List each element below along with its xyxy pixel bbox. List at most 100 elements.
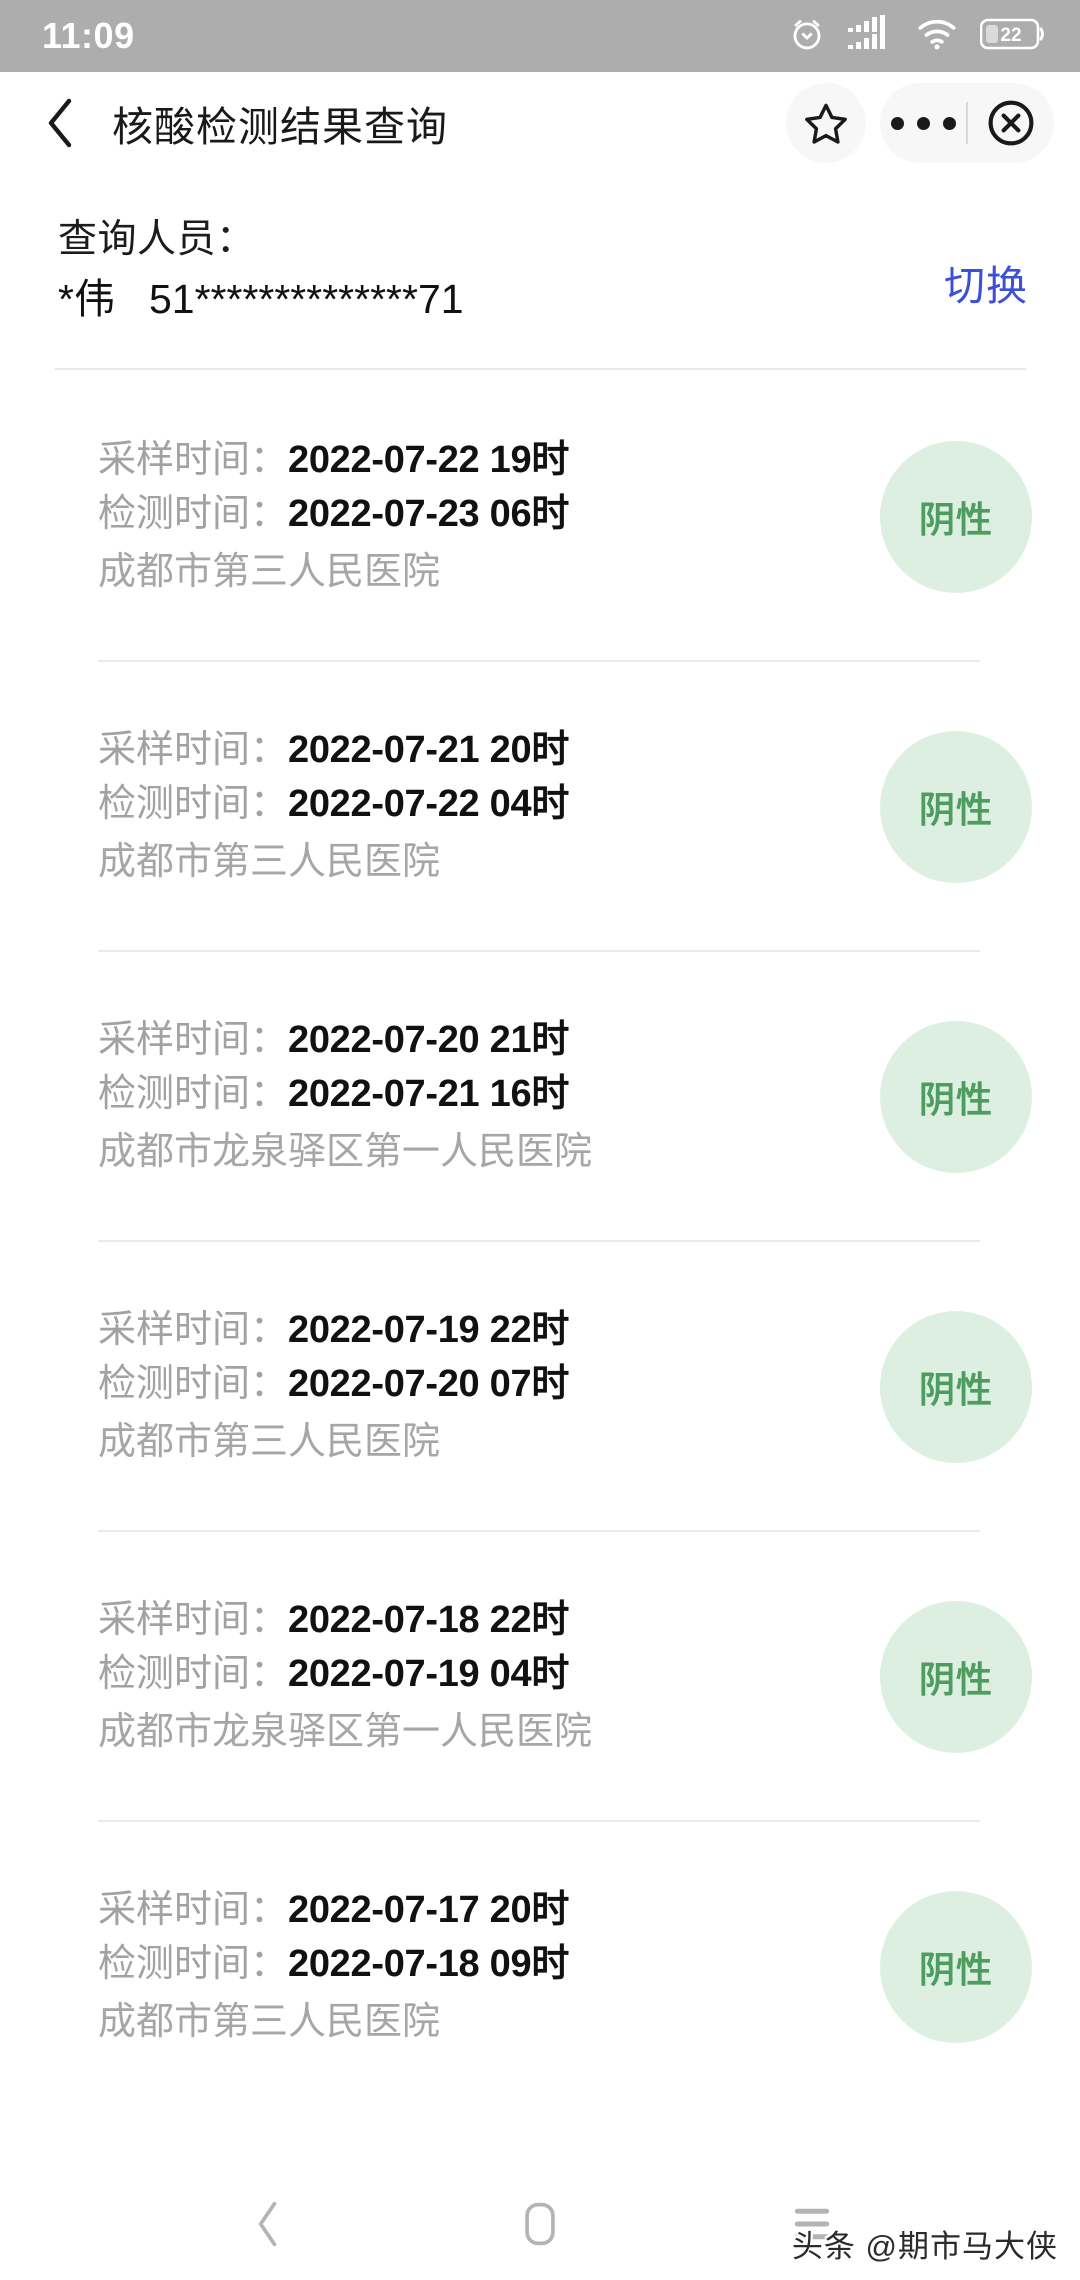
test-time-row: 检测时间：2022-07-21 16时 [98, 1068, 856, 1122]
phone-screen: 11:09 22 核酸检测结果查询 查询人员： *伟 51***********… [0, 0, 1080, 2280]
chevron-left-icon [258, 2201, 277, 2247]
test-time-value: 2022-07-20 07时 [288, 1362, 570, 1405]
close-button[interactable] [968, 83, 1054, 163]
result-status-text: 阴性 [918, 1368, 993, 1410]
test-result-details: 采样时间：2022-07-17 20时 检测时间：2022-07-18 09时 成都… [98, 1884, 856, 2050]
query-person-label: 查询人员： [58, 218, 256, 261]
battery-icon: 22 [979, 17, 1046, 56]
battery-percent-text: 22 [1000, 25, 1021, 46]
hospital-name: 成都市第三人民医院 [98, 550, 441, 593]
status-bar-clock: 11:09 [42, 15, 135, 56]
favorite-button[interactable] [786, 83, 866, 163]
test-result-details: 采样时间：2022-07-22 19时 检测时间：2022-07-23 06时 成都… [98, 434, 856, 600]
system-navigation-bar: 头条 @期市马大侠 [0, 2168, 1080, 2280]
test-time-value: 2022-07-21 16时 [288, 1072, 570, 1115]
result-status-text: 阴性 [918, 1948, 993, 1990]
sample-time-row: 采样时间：2022-07-19 22时 [98, 1304, 856, 1358]
sample-time-label: 采样时间： [98, 438, 289, 481]
sample-time-label: 采样时间： [98, 1018, 289, 1061]
watermark-text: 头条 @期市马大侠 [791, 2229, 1058, 2264]
test-time-value: 2022-07-22 04时 [288, 782, 570, 825]
result-status-badge: 阴性 [880, 1600, 1032, 1753]
query-person-id-number: 51**************71 [148, 275, 464, 322]
test-time-value: 2022-07-23 06时 [288, 492, 570, 535]
wifi-icon [916, 17, 958, 56]
test-time-label: 检测时间： [98, 1942, 289, 1985]
star-icon [805, 103, 847, 144]
result-status-badge: 阴性 [880, 730, 1032, 883]
test-time-value: 2022-07-18 09时 [288, 1942, 570, 1985]
home-square-icon [525, 2202, 555, 2246]
sample-time-label: 采样时间： [98, 1598, 289, 1641]
query-person-name: *伟 [58, 275, 115, 322]
result-status-text: 阴性 [918, 1078, 993, 1120]
page-title: 核酸检测结果查询 [112, 104, 448, 150]
header-back-button[interactable] [30, 93, 90, 153]
sample-time-row: 采样时间：2022-07-20 21时 [98, 1014, 856, 1068]
nav-home-button[interactable] [500, 2184, 580, 2264]
sample-time-row: 采样时间：2022-07-17 20时 [98, 1884, 856, 1938]
sample-time-value: 2022-07-18 22时 [288, 1598, 570, 1641]
sample-time-value: 2022-07-19 22时 [288, 1308, 570, 1351]
sample-time-row: 采样时间：2022-07-21 20时 [98, 724, 856, 778]
hospital-name: 成都市第三人民医院 [98, 2000, 441, 2043]
sample-time-value: 2022-07-17 20时 [288, 1888, 570, 1931]
result-status-badge: 阴性 [880, 1310, 1032, 1463]
hospital-name: 成都市第三人民医院 [98, 840, 441, 883]
sample-time-value: 2022-07-20 21时 [288, 1018, 570, 1061]
query-person-identity: *伟 51**************71 [58, 274, 944, 324]
more-dots-icon [890, 116, 956, 130]
hospital-name: 成都市龙泉驿区第一人民医院 [98, 1130, 593, 1173]
more-options-button[interactable] [880, 83, 966, 163]
test-time-row: 检测时间：2022-07-23 06时 [98, 488, 856, 542]
test-time-row: 检测时间：2022-07-19 04时 [98, 1648, 856, 1702]
app-header: 核酸检测结果查询 [0, 72, 1080, 174]
test-time-label: 检测时间： [98, 1072, 289, 1115]
test-time-row: 检测时间：2022-07-18 09时 [98, 1938, 856, 1992]
test-result-details: 采样时间：2022-07-20 21时 检测时间：2022-07-21 16时 成都… [98, 1014, 856, 1180]
test-time-label: 检测时间： [98, 492, 289, 535]
test-result-details: 采样时间：2022-07-19 22时 检测时间：2022-07-20 07时 成都… [98, 1304, 856, 1470]
status-bar: 11:09 22 [0, 0, 1080, 72]
sample-time-value: 2022-07-22 19时 [288, 438, 570, 481]
sample-time-label: 采样时间： [98, 728, 289, 771]
result-status-text: 阴性 [918, 498, 993, 540]
hospital-name: 成都市第三人民医院 [98, 1420, 441, 1463]
sample-time-value: 2022-07-21 20时 [288, 728, 570, 771]
test-result-item[interactable]: 采样时间：2022-07-18 22时 检测时间：2022-07-19 04时 成都… [0, 1529, 1080, 1820]
test-time-value: 2022-07-19 04时 [288, 1652, 570, 1695]
test-time-label: 检测时间： [98, 1362, 289, 1405]
sample-time-row: 采样时间：2022-07-22 19时 [98, 434, 856, 488]
close-circle-icon [988, 100, 1034, 146]
result-status-badge: 阴性 [880, 1020, 1032, 1173]
result-status-badge: 阴性 [880, 1890, 1032, 2043]
test-result-details: 采样时间：2022-07-18 22时 检测时间：2022-07-19 04时 成都… [98, 1594, 856, 1760]
sample-time-label: 采样时间： [98, 1308, 289, 1351]
alarm-clock-icon [788, 15, 826, 58]
test-result-details: 采样时间：2022-07-21 20时 检测时间：2022-07-22 04时 成都… [98, 724, 856, 890]
test-time-label: 检测时间： [98, 782, 289, 825]
result-status-text: 阴性 [918, 788, 993, 830]
sample-time-row: 采样时间：2022-07-18 22时 [98, 1594, 856, 1648]
hospital-name: 成都市龙泉驿区第一人民医院 [98, 1710, 593, 1753]
mini-program-capsule [880, 83, 1054, 163]
nav-back-button[interactable] [228, 2184, 308, 2264]
test-result-list: 采样时间：2022-07-22 19时 检测时间：2022-07-23 06时 成都… [0, 370, 1080, 2168]
test-result-item[interactable]: 采样时间：2022-07-17 20时 检测时间：2022-07-18 09时 成都… [0, 1819, 1080, 2110]
test-time-row: 检测时间：2022-07-22 04时 [98, 778, 856, 832]
query-person-info: 查询人员： *伟 51**************71 [58, 216, 944, 324]
test-result-item[interactable]: 采样时间：2022-07-19 22时 检测时间：2022-07-20 07时 成都… [0, 1239, 1080, 1530]
test-time-row: 检测时间：2022-07-20 07时 [98, 1358, 856, 1412]
query-person-section: 查询人员： *伟 51**************71 切换 [0, 174, 1080, 324]
chevron-left-icon [48, 98, 72, 148]
switch-person-button[interactable]: 切换 [944, 252, 1028, 312]
test-result-item[interactable]: 采样时间：2022-07-22 19时 检测时间：2022-07-23 06时 成都… [0, 370, 1080, 660]
test-result-item[interactable]: 采样时间：2022-07-21 20时 检测时间：2022-07-22 04时 成都… [0, 659, 1080, 950]
result-status-text: 阴性 [918, 1658, 993, 1700]
result-status-badge: 阴性 [880, 440, 1032, 593]
status-bar-icons: 22 [788, 14, 1046, 58]
test-time-label: 检测时间： [98, 1652, 289, 1695]
signal-bars-icon [848, 14, 894, 58]
test-result-item[interactable]: 采样时间：2022-07-20 21时 检测时间：2022-07-21 16时 成都… [0, 949, 1080, 1240]
sample-time-label: 采样时间： [98, 1888, 289, 1931]
